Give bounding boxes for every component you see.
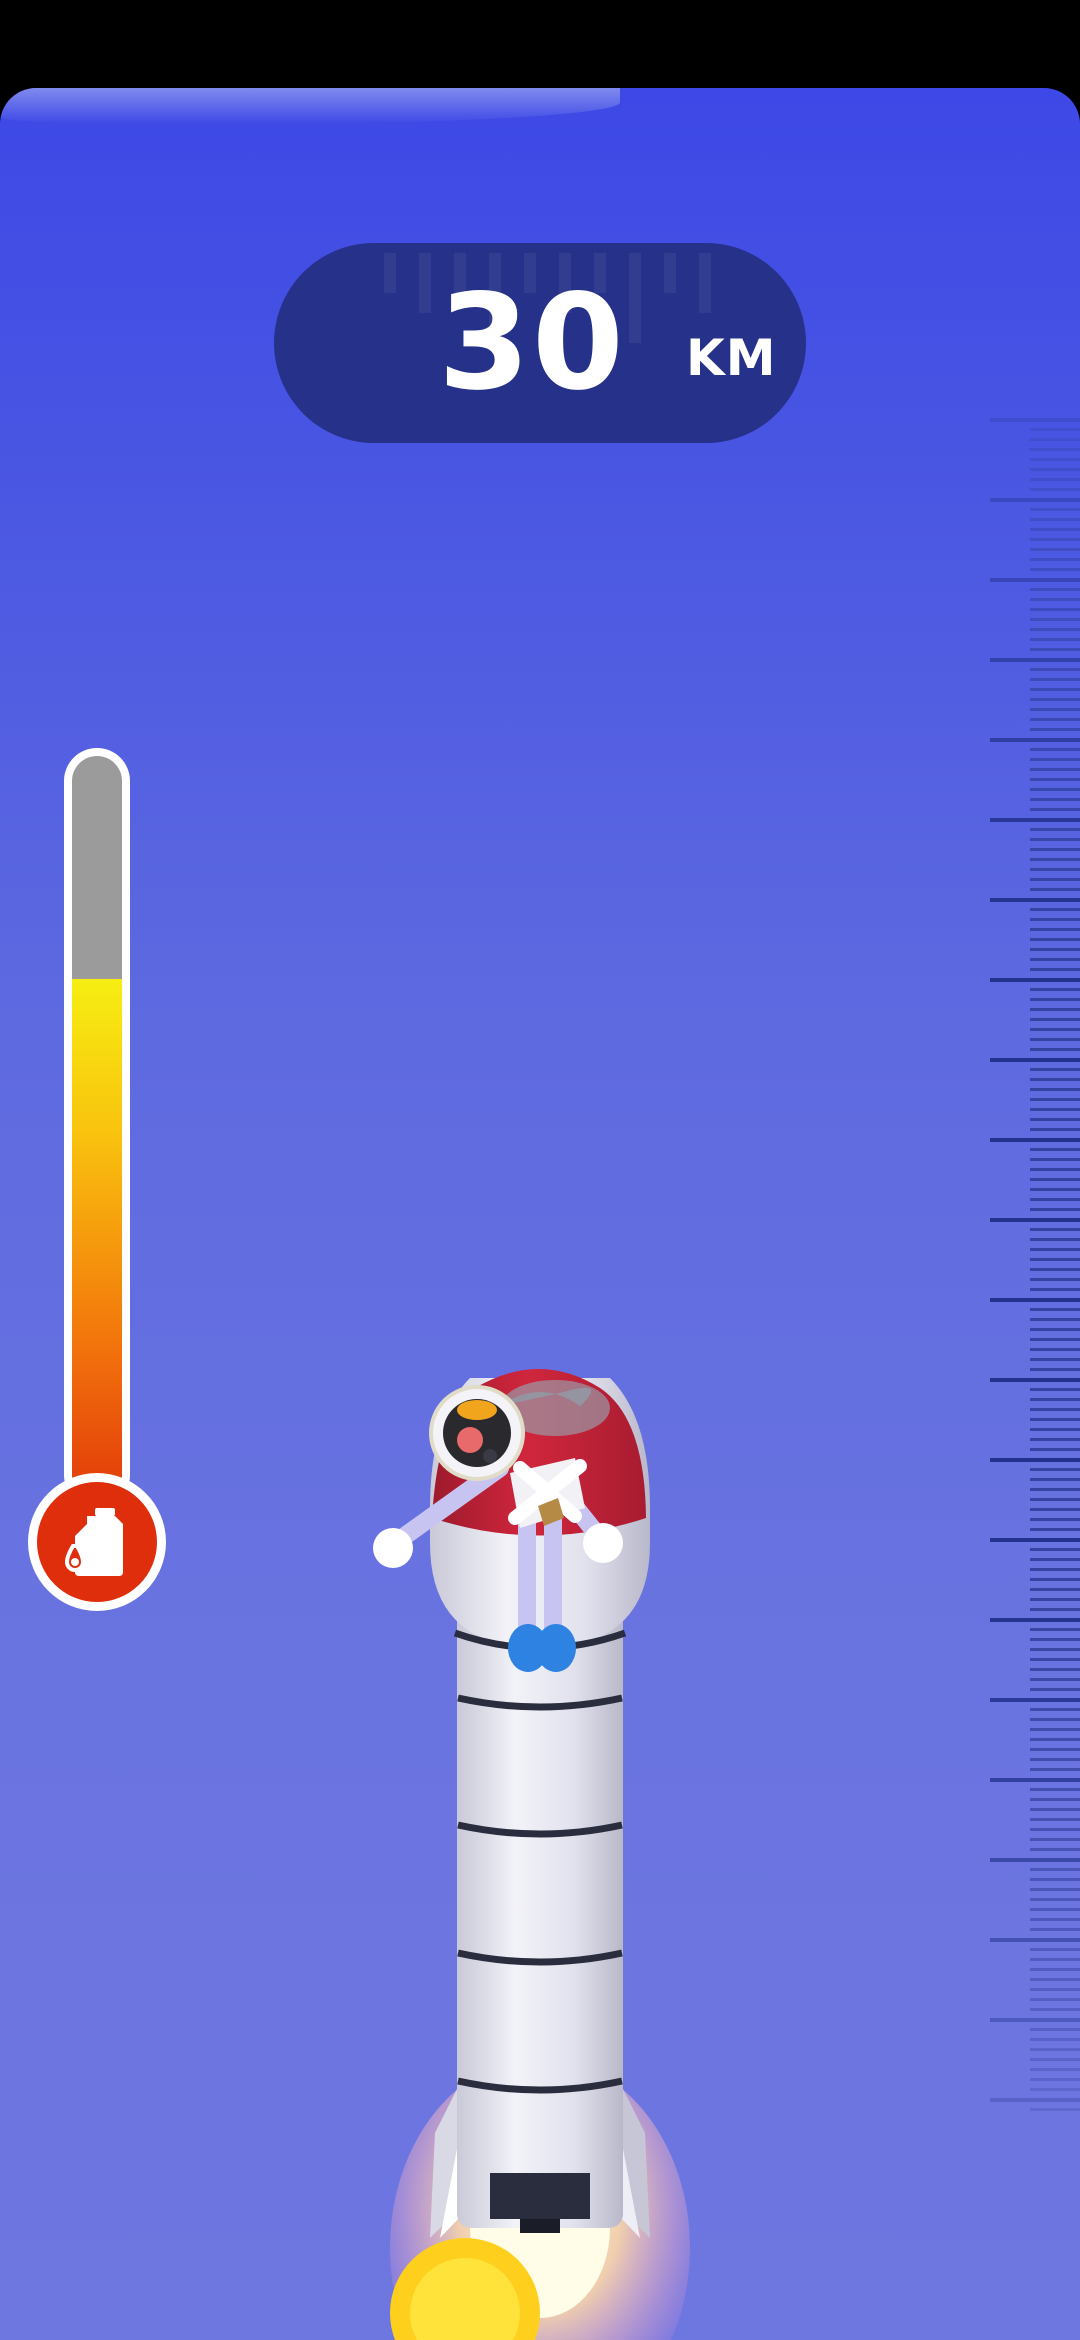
game-screen[interactable]: 30 KM [0, 88, 1080, 2340]
rocket-scene [373, 1369, 690, 2340]
